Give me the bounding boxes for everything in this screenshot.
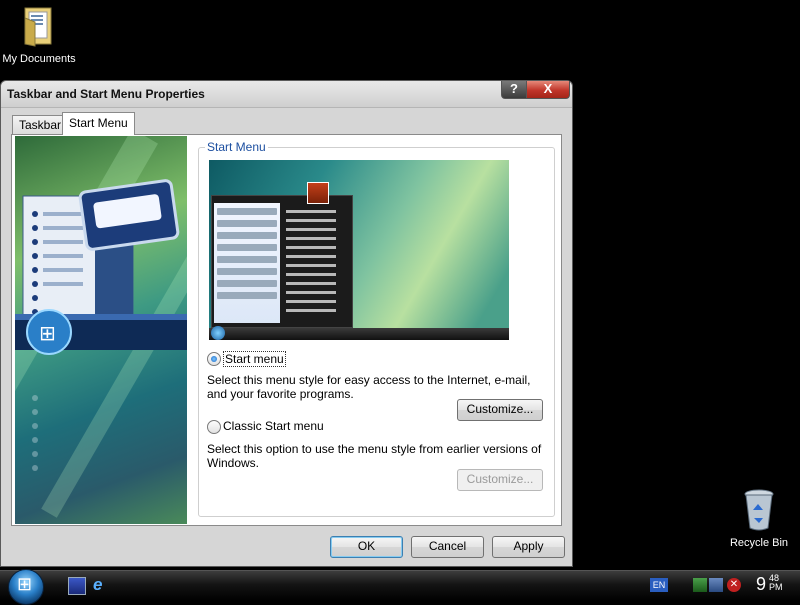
dialog-titlebar[interactable]: Taskbar and Start Menu Properties ? X — [1, 81, 572, 108]
start-menu-groupbox: Start Menu Start menu Select this menu s… — [198, 140, 555, 517]
tab-start-menu[interactable]: Start Menu — [62, 112, 135, 135]
apply-button[interactable]: Apply — [492, 536, 565, 558]
volume-muted-icon[interactable]: ✕ — [727, 578, 741, 592]
dialog-title: Taskbar and Start Menu Properties — [7, 87, 205, 101]
customize-start-menu-button[interactable]: Customize... — [457, 399, 543, 421]
recycle-bin-icon — [744, 489, 774, 531]
classic-start-menu-option-label[interactable]: Classic Start menu — [223, 419, 324, 433]
close-button[interactable]: X — [526, 81, 570, 99]
recycle-bin-desktop-icon[interactable]: Recycle Bin — [714, 488, 800, 549]
help-button[interactable]: ? — [501, 81, 527, 99]
clock-ampm: PM — [769, 582, 783, 592]
start-menu-option-label[interactable]: Start menu — [223, 351, 286, 367]
preview-taskbar — [209, 326, 509, 340]
groupbox-label: Start Menu — [205, 140, 268, 154]
classic-start-menu-description: Select this option to use the menu style… — [207, 442, 542, 470]
start-menu-radio[interactable] — [207, 352, 221, 366]
folder-icon — [24, 7, 52, 47]
preview-start-orb-icon — [211, 326, 225, 340]
start-menu-art-icon: ⊞ — [15, 179, 187, 471]
taskbar: e EN ✕ 9 48PM — [0, 569, 800, 605]
start-menu-preview — [209, 160, 509, 340]
ok-button[interactable]: OK — [330, 536, 403, 558]
internet-explorer-icon[interactable]: e — [93, 576, 109, 593]
customize-classic-menu-button: Customize... — [457, 469, 543, 491]
start-menu-illustration: ⊞ — [15, 136, 187, 524]
language-indicator[interactable]: EN — [650, 578, 668, 592]
user-picture-icon — [307, 182, 329, 204]
preview-right-column — [286, 204, 346, 312]
start-menu-description: Select this menu style for easy access t… — [207, 373, 531, 401]
network-icon[interactable] — [693, 578, 707, 592]
recycle-bin-label: Recycle Bin — [729, 537, 789, 549]
display-icon[interactable] — [709, 578, 723, 592]
my-documents-label: My Documents — [2, 53, 76, 65]
svg-text:⊞: ⊞ — [39, 321, 56, 345]
preview-left-column — [214, 203, 280, 323]
start-menu-tab-panel: ⊞ Start Menu Start menu Select this menu… — [11, 134, 562, 526]
clock-minute[interactable]: 48 PM — [769, 574, 783, 592]
my-documents-desktop-icon[interactable]: My Documents — [0, 4, 84, 65]
close-icon: X — [543, 81, 553, 96]
taskbar-start-menu-properties-dialog: Taskbar and Start Menu Properties ? X Ta… — [0, 80, 573, 567]
classic-start-menu-radio[interactable] — [207, 420, 221, 434]
tab-taskbar[interactable]: Taskbar — [12, 115, 69, 134]
preview-start-menu — [211, 195, 353, 328]
clock-hour[interactable]: 9 — [756, 574, 766, 595]
show-desktop-icon[interactable] — [68, 577, 86, 595]
cancel-button[interactable]: Cancel — [411, 536, 484, 558]
